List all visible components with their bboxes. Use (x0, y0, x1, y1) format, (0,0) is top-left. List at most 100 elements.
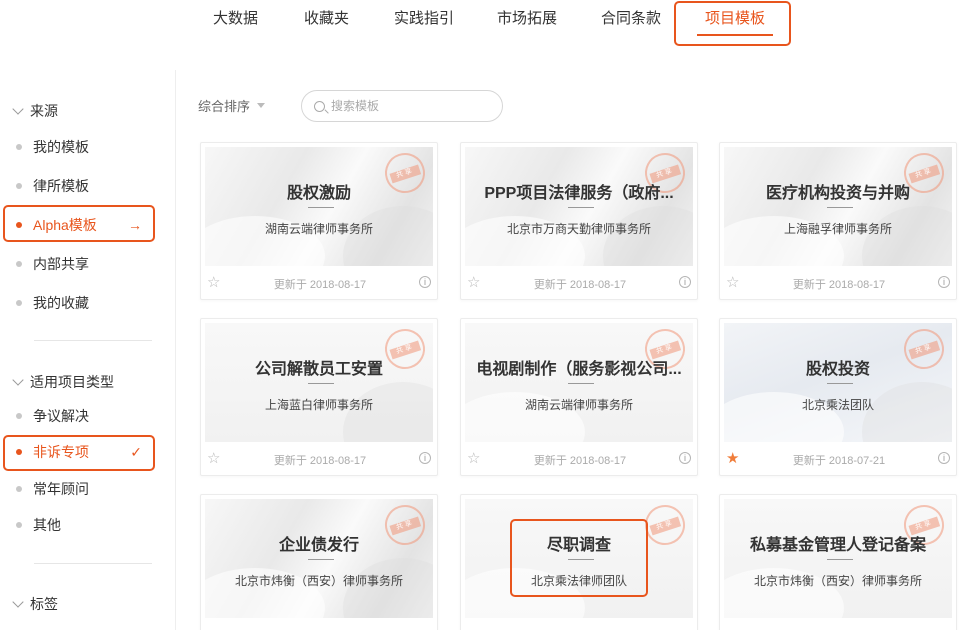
bullet-icon (16, 449, 22, 455)
sidebar-item-label: 常年顾问 (33, 481, 89, 497)
arrow-right-icon: → (128, 217, 142, 233)
filter-source-title: 来源 (30, 103, 58, 119)
card-divider (827, 207, 853, 208)
card-title: 医疗机构投资与并购 (765, 185, 910, 202)
check-icon: ✓ (130, 444, 142, 460)
template-card[interactable]: 共享 股权投资 北京乘法团队 ★ 更新于 2018-07-21 i (719, 318, 957, 476)
tab-big-data[interactable]: 大数据 (213, 8, 258, 38)
bullet-icon (16, 300, 22, 306)
template-card[interactable]: 共享 企业债发行 北京市炜衡（西安）律师事务所 (200, 494, 438, 630)
bullet-icon (16, 486, 22, 492)
bullet-icon (16, 261, 22, 267)
card-footer: ☆ 更新于 2018-08-17 i (720, 266, 956, 299)
card-firm: 上海蓝白律师事务所 (264, 398, 373, 412)
filter-source-header[interactable]: 来源 (12, 101, 58, 121)
filter-tags-title: 标签 (30, 596, 58, 612)
sidebar-item-label: 非诉专项 (33, 444, 89, 460)
sidebar-item-label: 内部共享 (33, 256, 89, 272)
card-divider (308, 559, 334, 560)
card-footer: ★ 更新于 2018-07-21 i (720, 442, 956, 475)
card-updated: 更新于 2018-08-17 (792, 279, 886, 291)
info-icon[interactable]: i (938, 276, 950, 288)
card-divider (827, 383, 853, 384)
card-divider (827, 559, 853, 560)
card-title: 尽职调查 (546, 537, 611, 554)
info-icon[interactable]: i (679, 452, 691, 464)
sidebar-divider (34, 340, 152, 341)
sort-label: 综合排序 (198, 99, 251, 114)
tab-favorites[interactable]: 收藏夹 (304, 8, 349, 38)
sidebar-item-label: 我的收藏 (33, 295, 89, 311)
card-title: 电视剧制作（服务影视公司... (476, 361, 682, 378)
card-firm: 北京乘法律师团队 (530, 574, 627, 588)
card-firm: 北京市炜衡（西安）律师事务所 (234, 574, 403, 588)
search-input[interactable] (331, 99, 491, 113)
card-title: 股权激励 (286, 185, 351, 202)
card-footer: ☆ 更新于 2018-08-17 i (201, 442, 437, 475)
sidebar-item-my-favorites[interactable]: 我的收藏 (16, 291, 152, 315)
sidebar-item-label: 争议解决 (33, 408, 89, 424)
sidebar-item-non-litigation[interactable]: 非诉专项 ✓ (16, 440, 152, 464)
bullet-icon (16, 144, 22, 150)
template-card[interactable]: 共享 股权激励 湖南云端律师事务所 ☆ 更新于 2018-08-17 i (200, 142, 438, 300)
template-card[interactable]: 共享 公司解散员工安置 上海蓝白律师事务所 ☆ 更新于 2018-08-17 i (200, 318, 438, 476)
card-updated: 更新于 2018-08-17 (533, 455, 627, 467)
card-divider (568, 383, 594, 384)
chevron-down-icon (12, 374, 24, 386)
card-footer: ☆ 更新于 2018-08-17 i (201, 266, 437, 299)
template-card[interactable]: 共享 私募基金管理人登记备案 北京市炜衡（西安）律师事务所 (719, 494, 957, 630)
bullet-icon (16, 183, 22, 189)
card-firm: 上海融孚律师事务所 (783, 222, 892, 236)
card-firm: 湖南云端律师事务所 (524, 398, 633, 412)
card-updated: 更新于 2018-08-17 (273, 279, 367, 291)
search-icon (314, 100, 325, 112)
info-icon[interactable]: i (679, 276, 691, 288)
card-footer: ☆ 更新于 2018-08-17 i (461, 442, 697, 475)
card-divider (308, 383, 334, 384)
card-updated: 更新于 2018-08-17 (533, 279, 627, 291)
tab-project-templates[interactable]: 项目模板 (697, 8, 774, 38)
card-title: 公司解散员工安置 (254, 361, 383, 378)
search-box[interactable] (301, 90, 503, 122)
card-updated: 更新于 2018-08-17 (273, 455, 367, 467)
tab-market-expansion[interactable]: 市场拓展 (497, 8, 557, 38)
template-card[interactable]: 共享 医疗机构投资与并购 上海融孚律师事务所 ☆ 更新于 2018-08-17 … (719, 142, 957, 300)
tab-project-templates-label: 项目模板 (705, 10, 766, 27)
filter-sidebar: 来源 我的模板 律所模板 Alpha模板 → 内部共享 我的收藏 适用项目类型 … (0, 70, 176, 630)
info-icon[interactable]: i (938, 452, 950, 464)
sidebar-item-label: 律所模板 (33, 178, 89, 194)
sidebar-item-label: 其他 (33, 517, 61, 533)
active-tab-underline (697, 34, 774, 36)
filter-type-title: 适用项目类型 (30, 374, 114, 390)
template-card[interactable]: 共享 尽职调查 北京乘法律师团队 (460, 494, 698, 630)
tab-contract-clauses[interactable]: 合同条款 (601, 8, 661, 38)
top-nav: 大数据 收藏夹 实践指引 市场拓展 合同条款 项目模板 (0, 0, 979, 50)
tab-practice-guide[interactable]: 实践指引 (394, 8, 454, 38)
card-title: PPP项目法律服务（政府... (484, 185, 674, 202)
card-firm: 北京市万商天勤律师事务所 (506, 222, 651, 236)
card-firm: 北京市炜衡（西安）律师事务所 (753, 574, 922, 588)
template-card[interactable]: 共享 PPP项目法律服务（政府... 北京市万商天勤律师事务所 ☆ 更新于 20… (460, 142, 698, 300)
chevron-down-icon (12, 596, 24, 608)
sidebar-item-firm-templates[interactable]: 律所模板 (16, 174, 152, 198)
sidebar-item-alpha-templates[interactable]: Alpha模板 → (16, 213, 152, 237)
sort-dropdown[interactable]: 综合排序 (198, 96, 266, 115)
sidebar-item-label: 我的模板 (33, 139, 89, 155)
sidebar-item-retainer[interactable]: 常年顾问 (16, 477, 152, 501)
filter-type-header[interactable]: 适用项目类型 (12, 372, 114, 392)
sidebar-divider (34, 563, 152, 564)
info-icon[interactable]: i (419, 452, 431, 464)
card-footer: ☆ 更新于 2018-08-17 i (461, 266, 697, 299)
filter-tags-header[interactable]: 标签 (12, 594, 58, 614)
template-card[interactable]: 共享 电视剧制作（服务影视公司... 湖南云端律师事务所 ☆ 更新于 2018-… (460, 318, 698, 476)
chevron-down-icon (12, 103, 24, 115)
sidebar-item-other[interactable]: 其他 (16, 513, 152, 537)
bullet-icon (16, 522, 22, 528)
card-divider (568, 559, 594, 560)
card-title: 私募基金管理人登记备案 (749, 537, 926, 554)
sidebar-item-dispute-resolution[interactable]: 争议解决 (16, 404, 152, 428)
card-title: 企业债发行 (278, 537, 359, 554)
sidebar-item-my-templates[interactable]: 我的模板 (16, 135, 152, 159)
info-icon[interactable]: i (419, 276, 431, 288)
sidebar-item-internal-share[interactable]: 内部共享 (16, 252, 152, 276)
